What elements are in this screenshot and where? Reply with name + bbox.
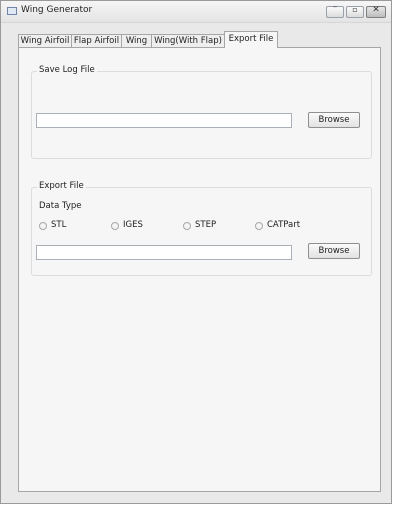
tab-wing[interactable]: Wing [121, 34, 152, 48]
radio-button-icon[interactable] [111, 222, 119, 230]
tab-flap-airfoil[interactable]: Flap Airfoil [71, 34, 122, 48]
app-icon [7, 7, 17, 15]
radio-label-iges: IGES [123, 220, 143, 230]
close-button[interactable]: ✕ [366, 5, 386, 18]
radio-button-icon[interactable] [255, 222, 263, 230]
tab-export-file[interactable]: Export File [224, 31, 278, 48]
save-log-path-field[interactable] [36, 113, 292, 128]
maximize-button[interactable]: ▫ [346, 5, 364, 18]
radio-label-step: STEP [195, 220, 217, 230]
export-browse-button[interactable]: Browse [308, 243, 360, 259]
minimize-icon: – [332, 2, 338, 12]
export-group-title: Export File [37, 181, 86, 191]
radio-label-stl: STL [51, 220, 67, 230]
save-log-browse-button[interactable]: Browse [308, 112, 360, 128]
maximize-icon: ▫ [352, 5, 358, 14]
tab-wing-with-flap[interactable]: Wing(With Flap) [151, 34, 225, 48]
app-window: Wing Generator – ▫ ✕ Wing Airfoil Flap A… [0, 0, 392, 504]
close-icon: ✕ [372, 5, 380, 15]
window-title: Wing Generator [21, 5, 93, 15]
data-type-label: Data Type [39, 201, 82, 211]
export-path-field[interactable] [36, 245, 292, 260]
minimize-button[interactable]: – [326, 2, 344, 18]
radio-button-icon[interactable] [39, 222, 47, 230]
export-file-group: Export File [31, 181, 372, 276]
tab-wing-airfoil[interactable]: Wing Airfoil [18, 34, 72, 48]
export-file-tab-page: Save Log File Browse Export File Data Ty… [18, 47, 381, 492]
radio-button-icon[interactable] [183, 222, 191, 230]
save-log-group-title: Save Log File [37, 65, 97, 75]
title-bar[interactable]: Wing Generator – ▫ ✕ [1, 1, 391, 23]
radio-label-catpart: CATPart [267, 220, 301, 230]
